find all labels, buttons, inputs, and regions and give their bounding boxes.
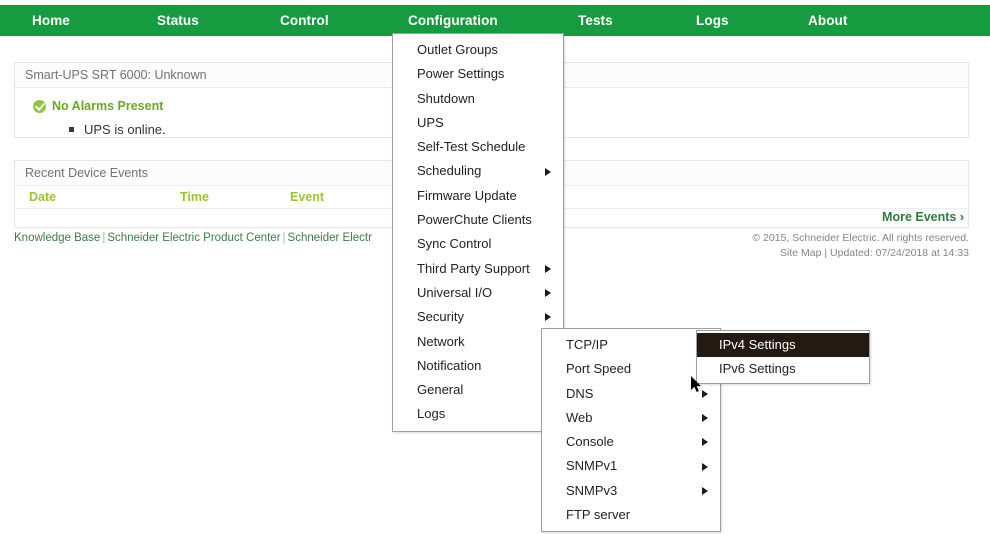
chevron-right-icon [545, 265, 551, 273]
network-submenu: TCP/IP Port Speed DNS Web Console SNMPv1… [541, 328, 721, 532]
nav-item-configuration[interactable]: Configuration [408, 5, 498, 36]
nav-item-status[interactable]: Status [157, 5, 199, 36]
menu-item-label: Shutdown [417, 91, 475, 106]
copyright-text: © 2015, Schneider Electric. All rights r… [752, 232, 969, 244]
alarm-detail-label: UPS is online. [84, 122, 166, 137]
chevron-right-icon [702, 487, 708, 495]
menu-item-label: General [417, 382, 463, 397]
events-column-time[interactable]: Time [180, 190, 290, 204]
menu-item-label: Third Party Support [417, 261, 530, 276]
menu-item-firmware-update[interactable]: Firmware Update [393, 184, 563, 208]
configuration-dropdown-menu: Outlet Groups Power Settings Shutdown UP… [392, 33, 564, 432]
footer-link-knowledge-base[interactable]: Knowledge Base [14, 232, 100, 244]
menu-item-self-test-schedule[interactable]: Self-Test Schedule [393, 135, 563, 159]
chevron-right-icon [545, 168, 551, 176]
menu-item-sync-control[interactable]: Sync Control [393, 232, 563, 256]
menu-item-label: FTP server [566, 507, 630, 522]
menu-item-ipv4-settings[interactable]: IPv4 Settings [697, 333, 869, 357]
menu-item-snmpv1[interactable]: SNMPv1 [542, 454, 720, 478]
menu-item-label: IPv6 Settings [719, 361, 796, 376]
nav-item-tests[interactable]: Tests [578, 5, 613, 36]
nav-item-logs[interactable]: Logs [696, 5, 729, 36]
menu-item-web[interactable]: Web [542, 406, 720, 430]
menu-item-label: Security [417, 309, 464, 324]
menu-item-tcp-ip[interactable]: TCP/IP [542, 333, 720, 357]
chevron-right-icon [702, 438, 708, 446]
menu-item-label: SNMPv1 [566, 458, 617, 473]
menu-item-logs[interactable]: Logs [393, 402, 563, 426]
menu-item-label: TCP/IP [566, 337, 608, 352]
nav-item-home[interactable]: Home [32, 5, 70, 36]
check-circle-icon [33, 100, 46, 113]
menu-item-label: Logs [417, 406, 445, 421]
site-map-link[interactable]: Site Map [780, 247, 821, 259]
menu-item-label: Universal I/O [417, 285, 492, 300]
menu-item-label: Sync Control [417, 236, 491, 251]
menu-item-ftp-server[interactable]: FTP server [542, 503, 720, 527]
menu-item-outlet-groups[interactable]: Outlet Groups [393, 38, 563, 62]
footer-separator-1: | [102, 232, 105, 244]
menu-item-label: Notification [417, 358, 481, 373]
menu-item-third-party-support[interactable]: Third Party Support [393, 257, 563, 281]
footer-link-schneider-electric[interactable]: Schneider Electr [288, 232, 372, 244]
menu-item-label: Console [566, 434, 614, 449]
nav-item-control[interactable]: Control [280, 5, 329, 36]
menu-item-label: Web [566, 410, 593, 425]
menu-item-label: IPv4 Settings [719, 337, 796, 352]
menu-item-label: Scheduling [417, 163, 481, 178]
menu-item-label: Outlet Groups [417, 42, 498, 57]
chevron-right-icon [545, 289, 551, 297]
chevron-right-icon [545, 313, 551, 321]
menu-item-label: Network [417, 334, 465, 349]
main-navigation-bar: Home Status Control Configuration Tests … [0, 5, 990, 36]
mouse-pointer-icon [691, 376, 703, 394]
menu-item-snmpv3[interactable]: SNMPv3 [542, 479, 720, 503]
menu-item-console[interactable]: Console [542, 430, 720, 454]
footer-separator-2: | [283, 232, 286, 244]
menu-item-ipv6-settings[interactable]: IPv6 Settings [697, 357, 869, 381]
page-root: Home Status Control Configuration Tests … [0, 0, 990, 534]
alarm-status-label: No Alarms Present [52, 99, 163, 113]
more-events-link[interactable]: More Events › [882, 210, 964, 224]
menu-item-label: PowerChute Clients [417, 212, 532, 227]
menu-item-label: Self-Test Schedule [417, 139, 525, 154]
menu-item-scheduling[interactable]: Scheduling [393, 159, 563, 183]
menu-item-powerchute-clients[interactable]: PowerChute Clients [393, 208, 563, 232]
sitemap-and-updated-line: Site Map | Updated: 07/24/2018 at 14:33 [780, 247, 969, 259]
footer-links: Knowledge Base|Schneider Electric Produc… [14, 232, 372, 244]
menu-item-label: Firmware Update [417, 188, 517, 203]
menu-item-security[interactable]: Security [393, 305, 563, 329]
menu-item-universal-io[interactable]: Universal I/O [393, 281, 563, 305]
menu-item-power-settings[interactable]: Power Settings [393, 62, 563, 86]
menu-item-label: Power Settings [417, 66, 504, 81]
menu-item-shutdown[interactable]: Shutdown [393, 87, 563, 111]
menu-item-network[interactable]: Network [393, 330, 563, 354]
menu-item-label: UPS [417, 115, 444, 130]
events-column-date[interactable]: Date [15, 190, 180, 204]
tcpip-submenu: IPv4 Settings IPv6 Settings [696, 330, 870, 384]
menu-item-general[interactable]: General [393, 378, 563, 402]
chevron-right-icon [702, 414, 708, 422]
menu-item-ups[interactable]: UPS [393, 111, 563, 135]
menu-item-label: SNMPv3 [566, 483, 617, 498]
chevron-right-icon [702, 463, 708, 471]
nav-item-about[interactable]: About [808, 5, 847, 36]
menu-item-label: DNS [566, 386, 593, 401]
bullet-square-icon [69, 127, 74, 132]
menu-item-notification[interactable]: Notification [393, 354, 563, 378]
footer-link-product-center[interactable]: Schneider Electric Product Center [107, 232, 280, 244]
last-updated-text: | Updated: 07/24/2018 at 14:33 [824, 247, 969, 259]
menu-item-label: Port Speed [566, 361, 631, 376]
